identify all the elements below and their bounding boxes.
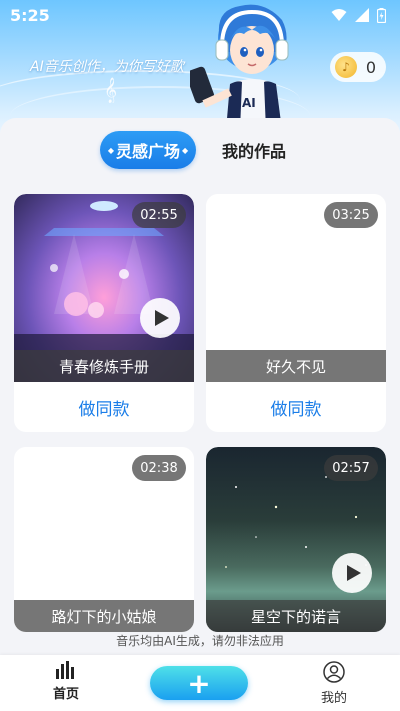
- song-cover: 02:55 青春修炼手册: [14, 194, 194, 382]
- song-card[interactable]: 02:55 青春修炼手册 做同款: [14, 194, 194, 432]
- song-title: 青春修炼手册: [14, 350, 194, 382]
- duration-badge: 02:38: [132, 455, 186, 481]
- tab-inspiration-square[interactable]: ◆ 灵感广场 ◆: [100, 131, 196, 169]
- song-title: 路灯下的小姑娘: [14, 600, 194, 632]
- make-same-button[interactable]: 做同款: [206, 382, 386, 432]
- nav-mine-label: 我的: [320, 691, 347, 706]
- play-button[interactable]: [140, 298, 180, 338]
- song-cover: 02:57 星空下的诺言: [206, 447, 386, 632]
- play-icon: [154, 310, 169, 326]
- create-button[interactable]: +: [150, 666, 248, 700]
- coin-balance[interactable]: ♪ 0: [330, 52, 386, 82]
- song-card[interactable]: 03:25 好久不见 做同款: [206, 194, 386, 432]
- slogan-text: AI音乐创作，为你写好歌: [30, 59, 184, 75]
- song-cover: 02:38 路灯下的小姑娘: [14, 447, 194, 632]
- make-same-button[interactable]: 做同款: [14, 382, 194, 432]
- play-button[interactable]: [332, 553, 372, 593]
- battery-icon: [377, 7, 386, 23]
- wifi-icon: [331, 9, 347, 21]
- tab-bar: ◆ 灵感广场 ◆ 我的作品: [100, 130, 286, 170]
- status-icons: [331, 7, 386, 23]
- nav-home[interactable]: 首页: [36, 661, 96, 702]
- duration-badge: 02:55: [132, 202, 186, 228]
- status-time: 5:25: [10, 5, 50, 25]
- play-icon: [346, 565, 361, 581]
- bottom-nav: 首页 + 我的: [0, 655, 400, 711]
- diamond-icon: ◆: [107, 145, 114, 155]
- duration-badge: 03:25: [324, 202, 378, 228]
- tab-label: 灵感广场: [115, 142, 180, 161]
- treble-clef-icon: 𝄞: [104, 78, 118, 103]
- duration-badge: 02:57: [324, 455, 378, 481]
- diamond-icon: ◆: [182, 145, 189, 155]
- signal-icon: [355, 8, 369, 22]
- nav-home-label: 首页: [52, 687, 79, 702]
- equalizer-icon: [56, 661, 74, 679]
- coin-icon: ♪: [335, 56, 357, 78]
- song-cover: 03:25 好久不见: [206, 194, 386, 382]
- song-title: 星空下的诺言: [206, 600, 386, 632]
- song-card[interactable]: 02:57 星空下的诺言: [206, 447, 386, 632]
- song-title: 好久不见: [206, 350, 386, 382]
- ai-mascot-illustration: [190, 4, 289, 130]
- nav-mine[interactable]: 我的: [304, 661, 364, 706]
- ai-notice-text: 音乐均由AI生成，请勿非法应用: [116, 634, 284, 648]
- mascot-badge-text: AI: [242, 96, 256, 110]
- tab-my-works[interactable]: 我的作品: [222, 138, 286, 162]
- song-card[interactable]: 02:38 路灯下的小姑娘: [14, 447, 194, 632]
- coin-count: 0: [365, 57, 376, 77]
- user-icon: [323, 661, 345, 683]
